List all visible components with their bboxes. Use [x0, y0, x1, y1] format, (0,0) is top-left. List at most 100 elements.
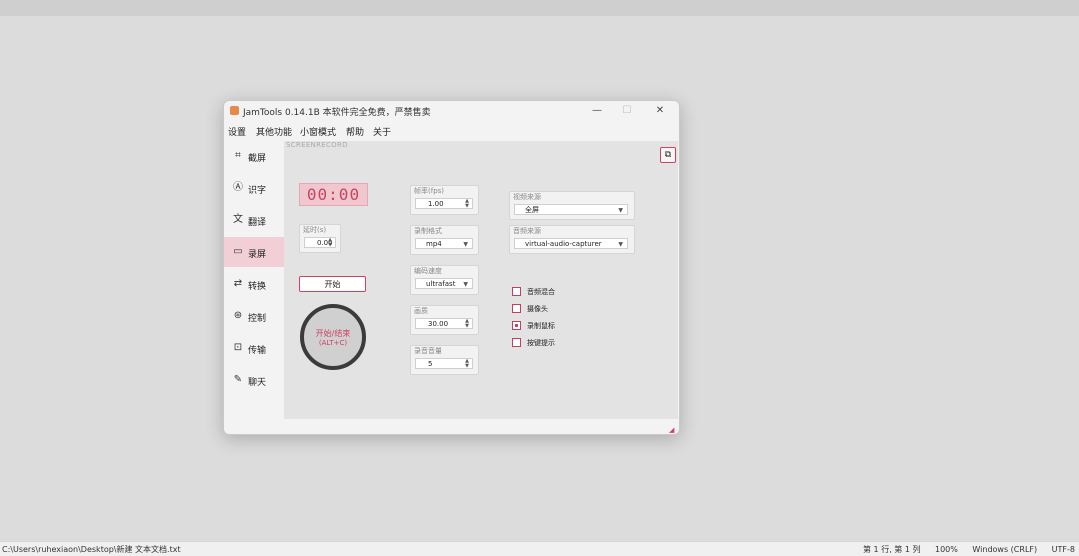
maximize-button[interactable]: ☐ [617, 103, 637, 119]
sidebar-item-ocr[interactable]: Ⓐ 识字 [224, 173, 284, 203]
chevron-down-icon: ▼ [463, 241, 468, 248]
encoding-speed-group: 编码速度 ultrafast ▼ [410, 265, 479, 295]
spin-arrows-icon[interactable]: ▲ ▼ [465, 359, 469, 369]
checkbox-box[interactable] [512, 338, 521, 347]
sidebar-item-label: 截屏 [248, 154, 267, 164]
volume-label: 录音音量 [414, 347, 442, 355]
sidebar-item-label: 聊天 [248, 378, 267, 388]
encoding-speed-select[interactable]: ultrafast ▼ [415, 278, 473, 289]
checkbox-box[interactable] [512, 321, 521, 330]
video-source-select[interactable]: 全屏 ▼ [514, 204, 628, 215]
checkbox-box[interactable] [512, 304, 521, 313]
audio-source-select[interactable]: virtual-audio-capturer ▼ [514, 238, 628, 249]
sidebar-item-label: 控制 [248, 314, 267, 324]
menu-about[interactable]: 关于 [373, 125, 391, 138]
checkbox-label: 录制鼠标 [527, 322, 555, 330]
record-timer: 00:00 [299, 183, 368, 206]
record-toggle-shortcut: (ALT+C) [318, 339, 348, 347]
status-right: 第 1 行, 第 1 列 100% Windows (CRLF) UTF-8 [851, 544, 1075, 555]
format-group: 录制格式 mp4 ▼ [410, 225, 479, 255]
spin-arrows-icon[interactable]: ▲ ▼ [328, 238, 332, 248]
menu-bar: 设置 其他功能 小窗模式 帮助 关于 [224, 123, 679, 139]
jamtools-window: JamTools 0.14.1B 本软件完全免费，严禁售卖 — ☐ ✕ 设置 其… [223, 100, 680, 435]
cursor-position[interactable]: 第 1 行, 第 1 列 [863, 545, 920, 554]
checkbox-label: 音频混合 [527, 288, 555, 296]
quality-spinbox[interactable]: 30.00 ▲ ▼ [415, 318, 473, 329]
app-logo-icon [230, 106, 239, 115]
status-bar: C:\Users\ruhexiaon\Desktop\新建 文本文档.txt 第… [0, 541, 1079, 556]
quality-group: 画质 30.00 ▲ ▼ [410, 305, 479, 335]
audio-source-value: virtual-audio-capturer [525, 240, 602, 248]
volume-value: 5 [428, 360, 433, 368]
delay-label: 延时(s) [303, 226, 327, 234]
chevron-down-icon: ▼ [618, 207, 623, 214]
file-path: C:\Users\ruhexiaon\Desktop\新建 文本文档.txt [2, 545, 181, 554]
menu-mini-mode[interactable]: 小窗模式 [300, 125, 336, 138]
window-title: JamTools 0.14.1B 本软件完全免费，严禁售卖 [243, 108, 431, 118]
float-window-button[interactable]: ⧉ [660, 147, 676, 163]
sidebar-item-label: 转换 [248, 282, 267, 292]
sidebar-item-transfer[interactable]: ⊡ 传输 [224, 333, 284, 363]
video-source-value: 全屏 [525, 206, 539, 214]
framerate-group: 帧率(fps) 1.00 ▲ ▼ [410, 185, 479, 215]
record-icon: ▭ [233, 246, 243, 257]
translate-icon: 文 [233, 214, 243, 225]
spin-arrows-icon[interactable]: ▲ ▼ [465, 199, 469, 209]
format-label: 录制格式 [414, 227, 442, 235]
delay-group: 延时(s) 0.00 ▲ ▼ [299, 224, 341, 253]
quality-label: 画质 [414, 307, 428, 315]
sidebar-item-screenshot[interactable]: ⌗ 截屏 [224, 141, 284, 171]
sidebar-item-record[interactable]: ▭ 录屏 [224, 237, 284, 267]
resize-grip-icon[interactable]: ◢ [669, 426, 674, 434]
start-button[interactable]: 开始 [299, 276, 366, 292]
menu-help[interactable]: 帮助 [346, 125, 364, 138]
framerate-spinbox[interactable]: 1.00 ▲ ▼ [415, 198, 473, 209]
sidebar-item-label: 识字 [248, 186, 267, 196]
checkbox-box[interactable] [512, 287, 521, 296]
quality-value: 30.00 [428, 320, 449, 328]
sidebar-item-label: 翻译 [248, 218, 267, 228]
control-icon: ⊛ [233, 310, 243, 321]
spin-arrows-icon[interactable]: ▲ ▼ [465, 319, 469, 329]
sidebar-item-label: 录屏 [248, 250, 267, 260]
video-source-group: 视频来源 全屏 ▼ [509, 191, 635, 220]
sidebar-item-control[interactable]: ⊛ 控制 [224, 301, 284, 331]
framerate-value: 1.00 [428, 200, 444, 208]
format-value: mp4 [426, 240, 442, 248]
audio-source-label: 音频来源 [513, 227, 541, 235]
record-toggle-button[interactable]: 开始/结束 (ALT+C) [300, 304, 366, 370]
chevron-down-icon: ▼ [618, 241, 623, 248]
volume-group: 录音音量 5 ▲ ▼ [410, 345, 479, 375]
encoding-speed-value: ultrafast [426, 280, 456, 288]
menu-settings[interactable]: 设置 [228, 125, 246, 138]
screenshot-icon: ⌗ [235, 150, 241, 161]
audio-source-group: 音频来源 virtual-audio-capturer ▼ [509, 225, 635, 254]
close-button[interactable]: ✕ [650, 103, 670, 119]
sidebar-item-translate[interactable]: 文 翻译 [224, 205, 284, 235]
file-encoding[interactable]: UTF-8 [1052, 545, 1075, 554]
framerate-label: 帧率(fps) [414, 187, 445, 195]
video-source-label: 视频来源 [513, 193, 541, 201]
sidebar-item-chat[interactable]: ✎ 聊天 [224, 365, 284, 395]
sidebar-item-convert[interactable]: ⇄ 转换 [224, 269, 284, 299]
format-select[interactable]: mp4 ▼ [415, 238, 473, 249]
ocr-icon: Ⓐ [233, 182, 243, 193]
chat-icon: ✎ [233, 374, 243, 385]
minimize-button[interactable]: — [587, 103, 607, 119]
sidebar: ⌗ 截屏 Ⓐ 识字 文 翻译 ▭ 录屏 ⇄ 转换 ⊛ 控制 ⊡ 传输 ✎ 聊天 [224, 141, 284, 419]
delay-spinbox[interactable]: 0.00 ▲ ▼ [304, 237, 336, 248]
menu-other-features[interactable]: 其他功能 [256, 125, 292, 138]
sidebar-item-label: 传输 [248, 346, 267, 356]
chevron-down-icon: ▼ [463, 281, 468, 288]
volume-spinbox[interactable]: 5 ▲ ▼ [415, 358, 473, 369]
record-panel: SCREENRECORD ⧉ 00:00 延时(s) 0.00 ▲ ▼ 开始 开始… [284, 141, 678, 419]
transfer-icon: ⊡ [233, 342, 243, 353]
line-ending[interactable]: Windows (CRLF) [972, 545, 1037, 554]
title-bar[interactable]: JamTools 0.14.1B 本软件完全免费，严禁售卖 — ☐ ✕ [224, 101, 679, 121]
checkbox-label: 摄像头 [527, 305, 548, 313]
checkbox-label: 按键提示 [527, 339, 555, 347]
record-toggle-label: 开始/结束 [315, 329, 351, 338]
desktop-top-bar [0, 0, 1079, 16]
zoom-level[interactable]: 100% [935, 545, 958, 554]
section-label: SCREENRECORD [286, 141, 348, 149]
